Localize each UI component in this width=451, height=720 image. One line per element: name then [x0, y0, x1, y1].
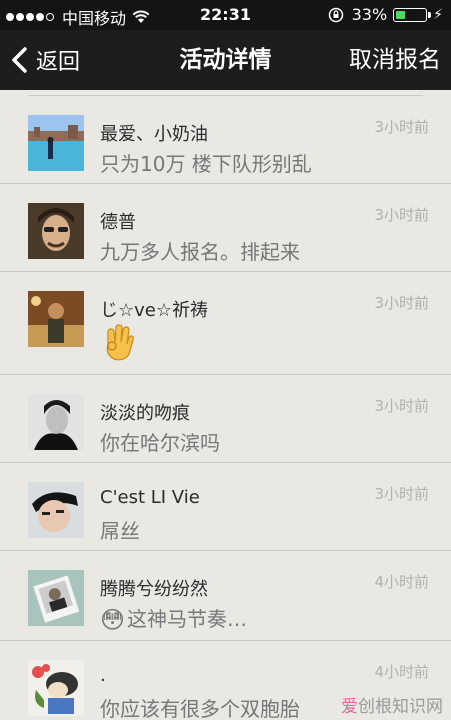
photo-avatar-image [28, 570, 84, 626]
battery-icon [393, 7, 432, 22]
cartoon-avatar-image [28, 660, 84, 716]
charging-icon: ⚡ [433, 6, 443, 23]
bw-portrait-avatar-image [28, 394, 84, 450]
scenery-avatar-image [28, 115, 84, 171]
comment-row[interactable]: C'est LI Vie 屌丝 3小时前 [0, 463, 451, 551]
comment-time: 4小时前 [374, 663, 429, 681]
comment-text-with-emoji: 😳 这神马节奏… [100, 603, 247, 634]
comment-time: 3小时前 [374, 485, 429, 503]
selfie-avatar-image [28, 482, 84, 538]
cancel-registration-button[interactable]: 取消报名 [349, 30, 441, 90]
portrait-avatar-image [28, 203, 84, 259]
comment-time: 3小时前 [374, 206, 429, 224]
status-bar: 中国移动 22:31 33% ⚡ [0, 0, 451, 30]
comment-time: 3小时前 [374, 397, 429, 415]
comment-text: 只为10万 楼下队形别乱 [100, 152, 312, 176]
comment-row[interactable]: 腾腾兮纷纷然 😳 这神马节奏… 4小时前 [0, 551, 451, 641]
comment-list[interactable]: 最爱、小奶油 只为10万 楼下队形别乱 3小时前 德普 九万多人报名。排起来 3… [0, 90, 451, 720]
comment-text: 你应该有很多个双胞胎 [100, 697, 300, 720]
avatar[interactable] [28, 482, 84, 538]
commenter-name: C'est LI Vie [100, 487, 200, 508]
chevron-left-icon [12, 47, 27, 73]
avatar[interactable] [28, 115, 84, 171]
navigation-bar: 返回 活动详情 取消报名 [0, 30, 451, 90]
comment-text: 九万多人报名。排起来 [100, 240, 300, 264]
commenter-name: . [100, 665, 106, 686]
avatar[interactable] [28, 660, 84, 716]
comment-time: 4小时前 [374, 573, 429, 591]
comment-row[interactable]: じ☆ve☆祈祷 3小时前 [0, 272, 451, 375]
commenter-name: 最爱、小奶油 [100, 124, 208, 145]
comment-row[interactable]: 最爱、小奶油 只为10万 楼下队形别乱 3小时前 [0, 96, 451, 184]
back-label: 返回 [36, 50, 81, 75]
comment-row[interactable]: 淡淡的吻痕 你在哈尔滨吗 3小时前 [0, 375, 451, 463]
person-avatar-image [28, 291, 84, 347]
commenter-name: じ☆ve☆祈祷 [100, 300, 208, 321]
commenter-name: 腾腾兮纷纷然 [100, 579, 208, 600]
comment-time: 3小时前 [374, 118, 429, 136]
watermark: 爱创根知识网 [341, 697, 443, 717]
commenter-name: 淡淡的吻痕 [100, 403, 190, 424]
avatar[interactable] [28, 394, 84, 450]
comment-time: 3小时前 [374, 294, 429, 312]
avatar[interactable] [28, 291, 84, 347]
commenter-name: 德普 [100, 212, 136, 233]
avatar[interactable] [28, 203, 84, 259]
avatar[interactable] [28, 570, 84, 626]
comment-text: 你在哈尔滨吗 [100, 431, 220, 455]
ok-hand-emoji-icon [106, 324, 134, 361]
comment-text: 这神马节奏… [127, 607, 248, 631]
rotation-lock-icon [328, 7, 343, 22]
comment-row[interactable]: 德普 九万多人报名。排起来 3小时前 [0, 184, 451, 272]
comment-text: 屌丝 [100, 519, 140, 543]
back-button[interactable]: 返回 [10, 30, 80, 90]
comment-emoji [100, 324, 136, 367]
flushed-face-emoji: 😳 [100, 606, 126, 634]
battery-percent: 33% [351, 5, 388, 24]
